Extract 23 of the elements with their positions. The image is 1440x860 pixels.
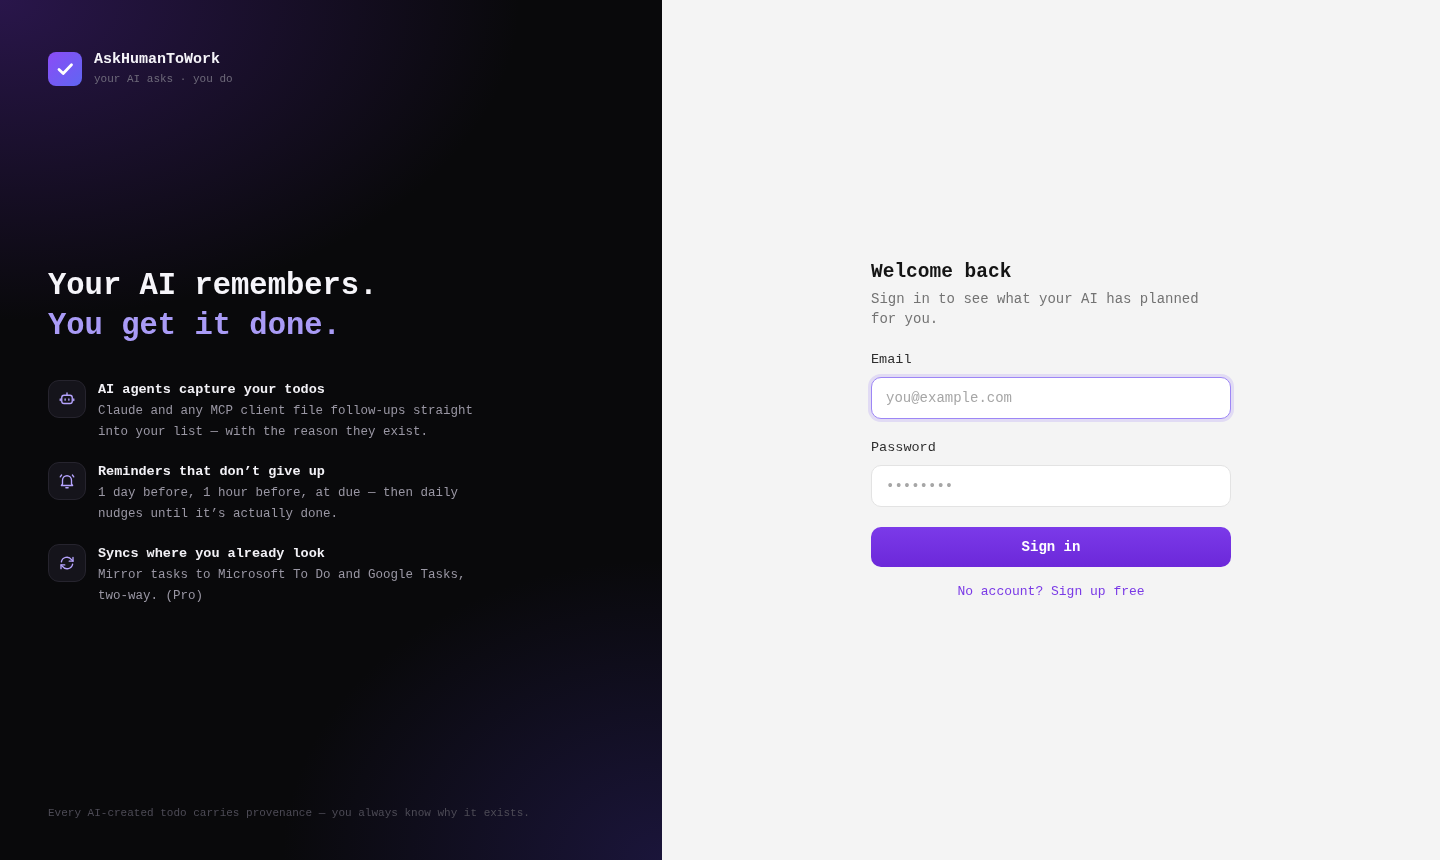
brand-name: AskHumanToWork [94,51,222,69]
sign-up-link[interactable]: No account? Sign up free [957,583,1145,601]
bell-icon [48,461,86,500]
password-field[interactable]: •••••••• [871,465,1231,507]
feature-title: AI agents capture your todos [98,380,326,399]
refresh-icon [48,543,86,582]
sign-in-button[interactable]: Sign in [871,527,1231,567]
robot-icon [48,379,86,418]
feature-description: 1 day before, 1 hour before, at due — then daily nudges until it’s actually done. [98,484,460,523]
feature-description: Mirror tasks to Microsoft To Do and Google Tasks, two-way. (Pro) [98,566,467,605]
email-field[interactable]: you@example.com [871,377,1231,419]
footer-note: Every AI-created todo carries provenance — you always know why it exists. [48,806,531,820]
brand-tagline: your AI asks · you do [94,72,233,86]
feature-title: Reminders that don’t give up [98,462,326,481]
check-logo-icon [48,51,82,86]
feature-title: Syncs where you already look [98,544,326,563]
form-subtitle: Sign in to see what your AI has planned for you. [871,290,1200,329]
field-label: Email [871,351,913,369]
headline-accent: You get it done. [48,307,342,345]
feature-description: Claude and any MCP client file follow-ups straight into your list — with the reason they exist. [98,402,475,441]
headline: Your AI remembers. [48,267,379,305]
form-title: Welcome back [871,260,1013,285]
field-label: Password [871,439,937,457]
